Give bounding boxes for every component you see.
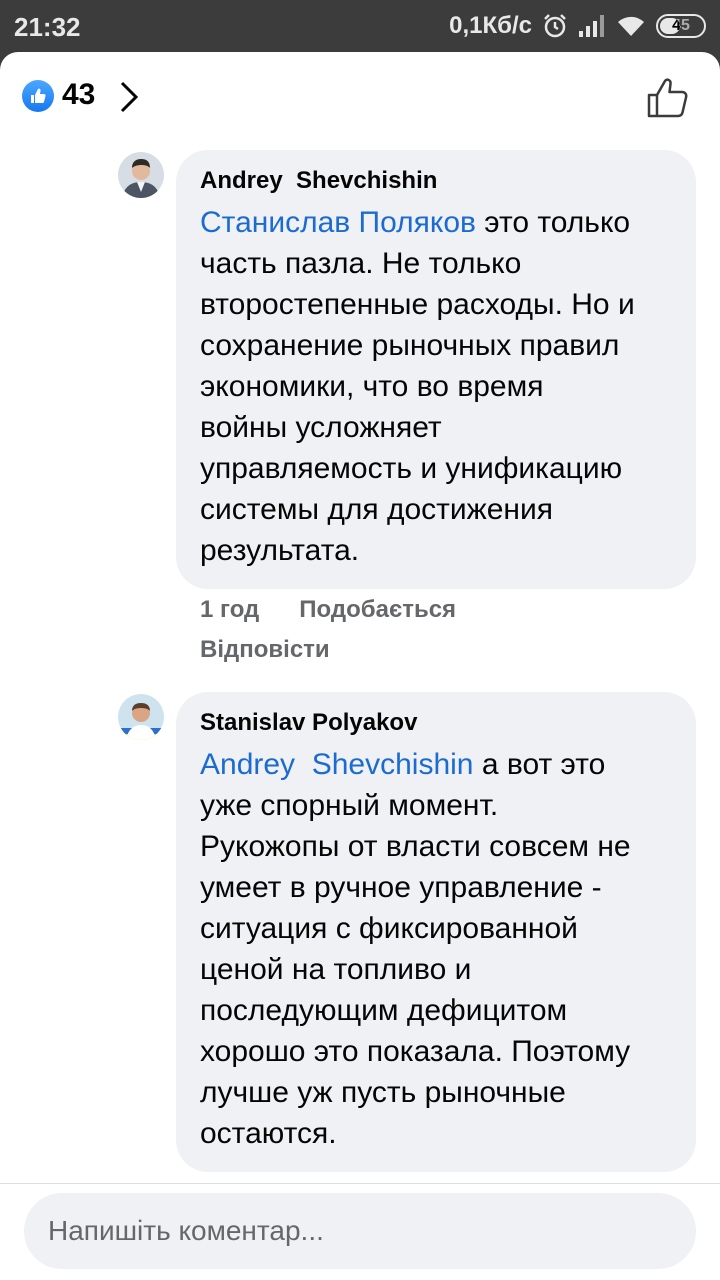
like-button[interactable]: Подобається	[299, 594, 456, 626]
comment-mention[interactable]: Andrey Shevchishin	[200, 748, 474, 781]
comment-line: остаются.	[200, 1117, 337, 1150]
comment-bubble[interactable]: Andrey Shevchishin Станислав Поляков это…	[176, 150, 696, 589]
battery-level: 45	[672, 17, 690, 34]
comment-line: ценой на топливо и	[200, 953, 472, 986]
network-speed: 0,1Кб/с	[449, 12, 532, 39]
comment-time[interactable]: 1 год	[200, 594, 259, 626]
thumbs-up-outline-icon[interactable]	[646, 76, 690, 120]
reactions-header: 43	[0, 52, 720, 148]
comment-line: последующим дефицитом	[200, 994, 568, 1027]
comment-line: экономики, что во время	[200, 370, 544, 403]
comment-line: хорошо это показала. Поэтому	[200, 1035, 631, 1068]
comments-sheet: 43 Andrey Shevchishin Станислав Поляков …	[0, 52, 720, 1280]
composer-divider	[0, 1183, 720, 1184]
comment-line: второстепенные расходы. Но и	[200, 288, 635, 321]
alarm-icon	[544, 14, 566, 38]
comment-line: результата.	[200, 534, 360, 567]
comment-line: уже спорный момент.	[200, 789, 499, 822]
comment-line: умеет в ручное управление -	[200, 871, 602, 904]
status-bar: 21:32 0,1Кб/с 45	[0, 0, 720, 52]
avatar[interactable]	[118, 152, 164, 198]
comment-line: войны усложняет	[200, 411, 442, 444]
battery-icon: 45	[656, 14, 706, 38]
comment-line: а вот это	[473, 748, 606, 781]
comment-line: лучше уж пусть рыночные	[200, 1076, 566, 1109]
comment-author[interactable]: Andrey Shevchishin	[200, 166, 672, 196]
like-reaction-icon[interactable]	[22, 80, 54, 112]
signal-icon	[579, 15, 604, 37]
comment-line: системы для достижения	[200, 493, 553, 526]
comment-text: Станислав Поляков это только часть пазла…	[200, 202, 672, 571]
comment-line: часть пазла. Не только	[200, 247, 522, 280]
status-indicators: 0,1Кб/с 45	[449, 12, 706, 40]
comment-actions: 1 год Подобається Відповісти	[200, 594, 456, 666]
comment-input[interactable]	[24, 1193, 696, 1269]
comment-line: это только	[475, 206, 631, 239]
comment-line: Рукожопы от власти совсем не	[200, 830, 631, 863]
comment-author[interactable]: Stanislav Polyakov	[200, 708, 672, 738]
comment-text: Andrey Shevchishin а вот это уже спорный…	[200, 744, 672, 1154]
chevron-right-icon[interactable]	[116, 80, 142, 114]
comment-line: сохранение рыночных правил	[200, 329, 620, 362]
like-count[interactable]: 43	[62, 78, 95, 112]
status-time: 21:32	[14, 12, 81, 42]
comment-line: ситуация с фиксированной	[200, 912, 578, 945]
avatar[interactable]	[118, 694, 164, 740]
reply-button[interactable]: Відповісти	[200, 634, 456, 666]
wifi-icon	[618, 16, 644, 36]
comment-line: управляемость и унификацию	[200, 452, 623, 485]
comment-mention[interactable]: Станислав Поляков	[200, 206, 476, 239]
comment-bubble[interactable]: Stanislav Polyakov Andrey Shevchishin а …	[176, 692, 696, 1172]
